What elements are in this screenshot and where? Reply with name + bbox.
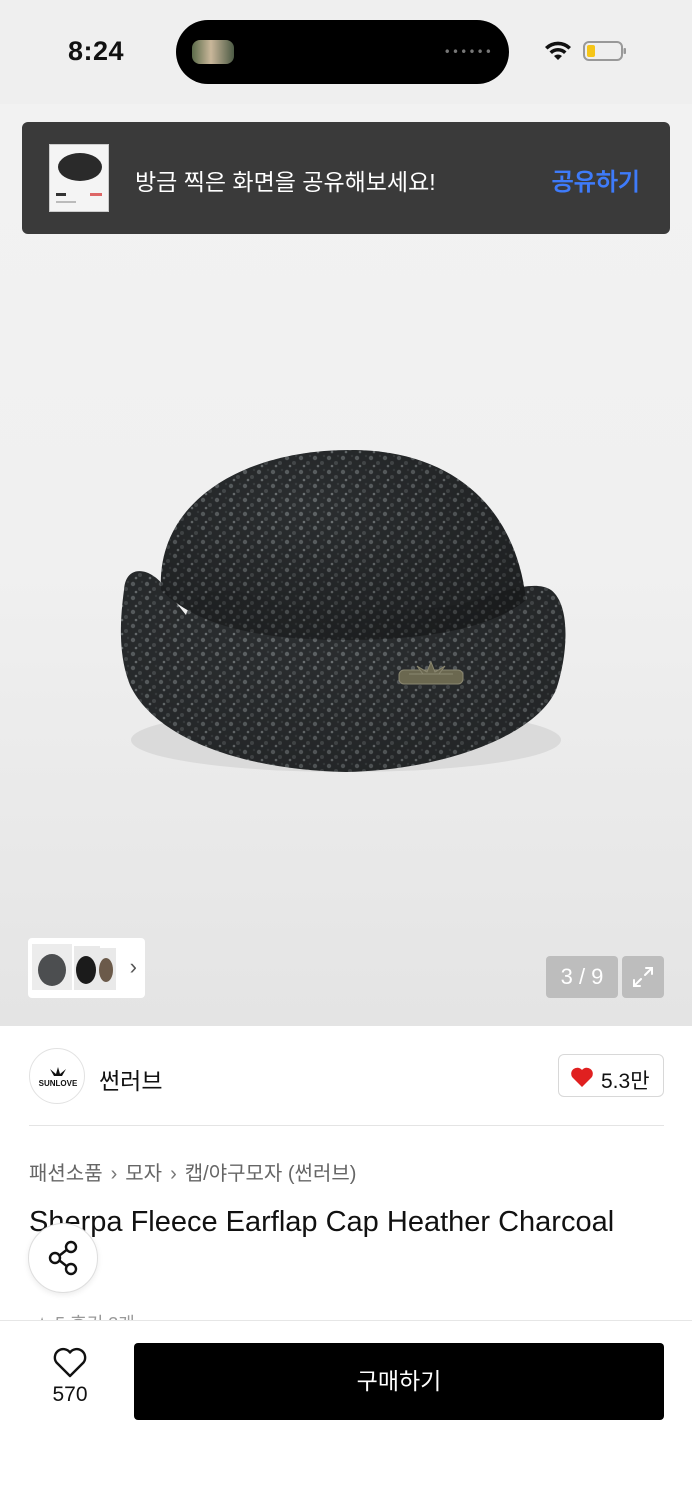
breadcrumb-separator: › — [110, 1163, 118, 1185]
share-icon — [48, 1240, 78, 1276]
heart-filled-icon — [571, 1067, 593, 1087]
dynamic-island: •••••• — [176, 20, 509, 84]
breadcrumb-item-subcategory[interactable]: 모자 — [125, 1163, 162, 1185]
share-button[interactable] — [28, 1223, 98, 1293]
screenshot-share-toast: 방금 찍은 화면을 공유해보세요! 공유하기 — [22, 122, 670, 234]
thumbnail-images — [32, 944, 116, 990]
heart-outline-icon — [53, 1347, 87, 1378]
screenshot-thumbnail[interactable] — [49, 144, 109, 212]
wifi-icon — [545, 41, 571, 60]
bottom-action-bar: 570 구매하기 — [0, 1320, 692, 1500]
divider — [29, 1125, 664, 1126]
status-bar: 8:24 •••••• — [0, 0, 692, 104]
share-now-link[interactable]: 공유하기 — [552, 162, 640, 197]
gallery-page-indicator: 3 / 9 — [546, 956, 618, 998]
breadcrumb: 패션소품 › 모자 › 캡/야구모자 (썬러브) — [29, 1157, 356, 1186]
gallery-thumbnail-strip[interactable]: › — [28, 938, 145, 998]
buy-button[interactable]: 구매하기 — [134, 1343, 664, 1420]
wishlist-button[interactable]: 570 — [36, 1345, 104, 1417]
expand-icon[interactable] — [622, 956, 664, 998]
chevron-right-icon: › — [129, 954, 137, 979]
island-dots: •••••• — [443, 45, 493, 59]
status-time: 8:24 — [68, 36, 125, 66]
breadcrumb-separator: › — [170, 1163, 177, 1185]
breadcrumb-item-category[interactable]: 패션소품 — [29, 1163, 103, 1185]
brand-row: SUNLOVE 썬러브 5.3만 — [0, 1026, 692, 1126]
product-image-fleece-cap — [120, 449, 566, 772]
brand-like-count: 5.3만 — [601, 1070, 650, 1093]
wishlist-count: 570 — [52, 1383, 88, 1406]
brand-name[interactable]: 썬러브 — [99, 1062, 162, 1096]
toast-message: 방금 찍은 화면을 공유해보세요! — [135, 169, 436, 195]
brand-logo-text: SUNLOVE — [39, 1079, 78, 1088]
brand-like-button[interactable]: 5.3만 — [558, 1054, 664, 1097]
breadcrumb-item-current[interactable]: 캡/야구모자 (썬러브) — [185, 1163, 357, 1185]
product-title: Sherpa Fleece Earflap Cap Heather Charco… — [29, 1206, 615, 1238]
now-playing-thumbnail — [192, 40, 234, 64]
battery-icon — [583, 41, 626, 61]
brand-logo[interactable]: SUNLOVE — [29, 1048, 85, 1104]
